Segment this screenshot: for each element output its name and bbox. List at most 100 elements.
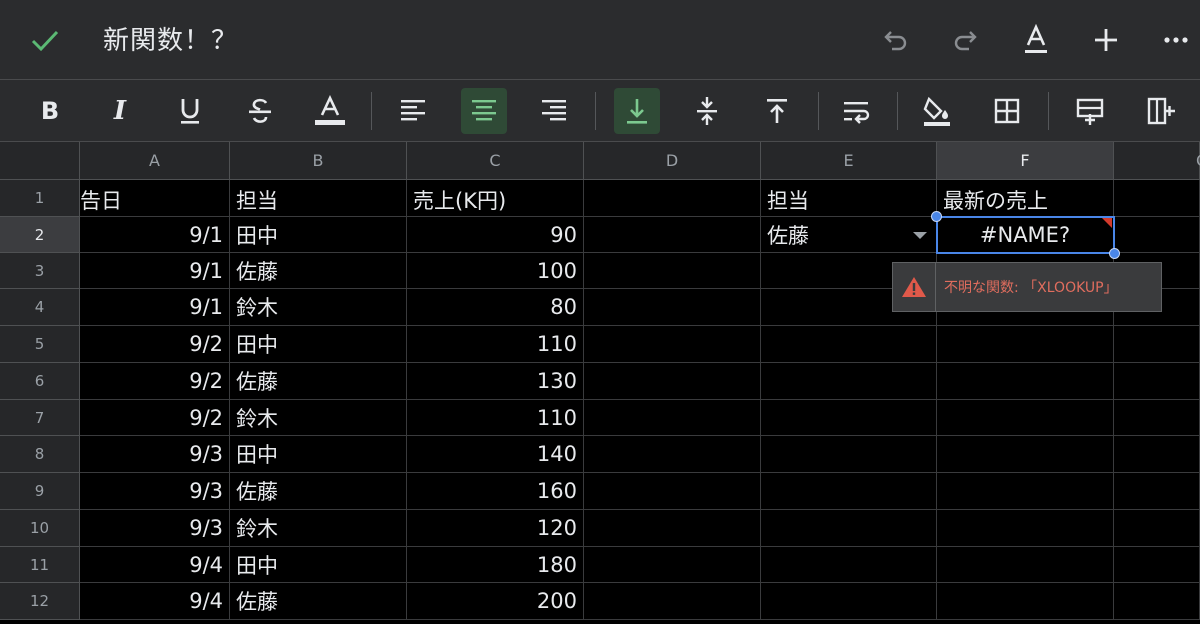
align-left-icon[interactable] xyxy=(390,88,436,134)
cell-A12[interactable]: 9/4 xyxy=(80,583,230,620)
row-header-2[interactable]: 2 xyxy=(0,217,80,253)
cell-D6[interactable] xyxy=(584,363,761,400)
redo-icon[interactable] xyxy=(945,20,985,60)
align-right-icon[interactable] xyxy=(531,88,577,134)
cell-F2[interactable]: #NAME? xyxy=(937,217,1114,253)
check-icon[interactable] xyxy=(28,23,62,57)
cell-C11[interactable]: 180 xyxy=(407,547,584,583)
row-header-8[interactable]: 8 xyxy=(0,436,80,473)
italic-icon[interactable]: I xyxy=(97,88,143,134)
cell-C6[interactable]: 130 xyxy=(407,363,584,400)
cell-D1[interactable] xyxy=(584,180,761,217)
insert-column-icon[interactable] xyxy=(1138,88,1184,134)
cell-B12[interactable]: 佐藤 xyxy=(230,583,407,620)
column-header-B[interactable]: B xyxy=(230,142,407,180)
column-header-C[interactable]: C xyxy=(407,142,584,180)
borders-icon[interactable] xyxy=(984,88,1030,134)
valign-top-icon[interactable] xyxy=(754,88,800,134)
row-header-7[interactable]: 7 xyxy=(0,400,80,436)
cell-E5[interactable] xyxy=(761,326,937,363)
cell-C4[interactable]: 80 xyxy=(407,289,584,326)
cell-E10[interactable] xyxy=(761,510,937,547)
row-header-4[interactable]: 4 xyxy=(0,289,80,326)
cell-B5[interactable]: 田中 xyxy=(230,326,407,363)
row-header-10[interactable]: 10 xyxy=(0,510,80,547)
cell-F12[interactable] xyxy=(937,583,1114,620)
row-header-12[interactable]: 12 xyxy=(0,583,80,620)
cell-C9[interactable]: 160 xyxy=(407,473,584,510)
cell-E8[interactable] xyxy=(761,436,937,473)
row-header-5[interactable]: 5 xyxy=(0,326,80,363)
row-header-11[interactable]: 11 xyxy=(0,547,80,583)
valign-bottom-icon[interactable] xyxy=(614,88,660,134)
align-center-icon[interactable] xyxy=(461,88,507,134)
valign-middle-icon[interactable] xyxy=(684,88,730,134)
cell-G11[interactable] xyxy=(1114,547,1200,583)
cell-B1[interactable]: 担当 xyxy=(230,180,407,217)
column-header-D[interactable]: D xyxy=(584,142,761,180)
cell-G2[interactable] xyxy=(1114,217,1200,253)
cell-D10[interactable] xyxy=(584,510,761,547)
bold-icon[interactable]: B xyxy=(27,88,73,134)
cell-D12[interactable] xyxy=(584,583,761,620)
cell-C12[interactable]: 200 xyxy=(407,583,584,620)
cell-A5[interactable]: 9/2 xyxy=(80,326,230,363)
column-header-G[interactable]: G xyxy=(1114,142,1200,180)
cell-C1[interactable]: 売上(K円) xyxy=(407,180,584,217)
strikethrough-icon[interactable] xyxy=(237,88,283,134)
row-header-6[interactable]: 6 xyxy=(0,363,80,400)
cell-A4[interactable]: 9/1 xyxy=(80,289,230,326)
cell-A1[interactable]: 告日 xyxy=(80,180,230,217)
text-color-icon[interactable] xyxy=(307,88,353,134)
cell-F6[interactable] xyxy=(937,363,1114,400)
cell-A6[interactable]: 9/2 xyxy=(80,363,230,400)
cell-G5[interactable] xyxy=(1114,326,1200,363)
cell-A3[interactable]: 9/1 xyxy=(80,253,230,289)
cell-B11[interactable]: 田中 xyxy=(230,547,407,583)
cell-B6[interactable]: 佐藤 xyxy=(230,363,407,400)
cell-C2[interactable]: 90 xyxy=(407,217,584,253)
cell-C5[interactable]: 110 xyxy=(407,326,584,363)
dropdown-arrow-icon[interactable] xyxy=(912,231,928,241)
select-all-corner[interactable] xyxy=(0,142,80,180)
cell-E1[interactable]: 担当 xyxy=(761,180,937,217)
cell-D5[interactable] xyxy=(584,326,761,363)
column-header-F[interactable]: F xyxy=(937,142,1114,180)
cell-B7[interactable]: 鈴木 xyxy=(230,400,407,436)
cell-E12[interactable] xyxy=(761,583,937,620)
cell-A9[interactable]: 9/3 xyxy=(80,473,230,510)
insert-row-icon[interactable] xyxy=(1067,88,1113,134)
cell-B8[interactable]: 田中 xyxy=(230,436,407,473)
cell-G9[interactable] xyxy=(1114,473,1200,510)
cell-A8[interactable]: 9/3 xyxy=(80,436,230,473)
cell-G12[interactable] xyxy=(1114,583,1200,620)
cell-F1[interactable]: 最新の売上 xyxy=(937,180,1114,217)
cell-E7[interactable] xyxy=(761,400,937,436)
cell-D2[interactable] xyxy=(584,217,761,253)
text-format-icon[interactable] xyxy=(1016,20,1056,60)
cell-F5[interactable] xyxy=(937,326,1114,363)
undo-icon[interactable] xyxy=(876,20,916,60)
cell-F7[interactable] xyxy=(937,400,1114,436)
wrap-text-icon[interactable] xyxy=(834,88,880,134)
row-header-1[interactable]: 1 xyxy=(0,180,80,217)
cell-D3[interactable] xyxy=(584,253,761,289)
more-options-icon[interactable] xyxy=(1156,20,1196,60)
cell-F10[interactable] xyxy=(937,510,1114,547)
column-header-A[interactable]: A xyxy=(80,142,230,180)
cell-A10[interactable]: 9/3 xyxy=(80,510,230,547)
cell-C7[interactable]: 110 xyxy=(407,400,584,436)
cell-G7[interactable] xyxy=(1114,400,1200,436)
column-header-E[interactable]: E xyxy=(761,142,937,180)
cell-D8[interactable] xyxy=(584,436,761,473)
selection-handle-bottom-right[interactable] xyxy=(1109,248,1120,259)
cell-C3[interactable]: 100 xyxy=(407,253,584,289)
selection-handle-top-left[interactable] xyxy=(931,211,942,222)
cell-F11[interactable] xyxy=(937,547,1114,583)
cell-B9[interactable]: 佐藤 xyxy=(230,473,407,510)
cell-A11[interactable]: 9/4 xyxy=(80,547,230,583)
cell-E6[interactable] xyxy=(761,363,937,400)
cell-C8[interactable]: 140 xyxy=(407,436,584,473)
cell-G1[interactable] xyxy=(1114,180,1200,217)
cell-E11[interactable] xyxy=(761,547,937,583)
